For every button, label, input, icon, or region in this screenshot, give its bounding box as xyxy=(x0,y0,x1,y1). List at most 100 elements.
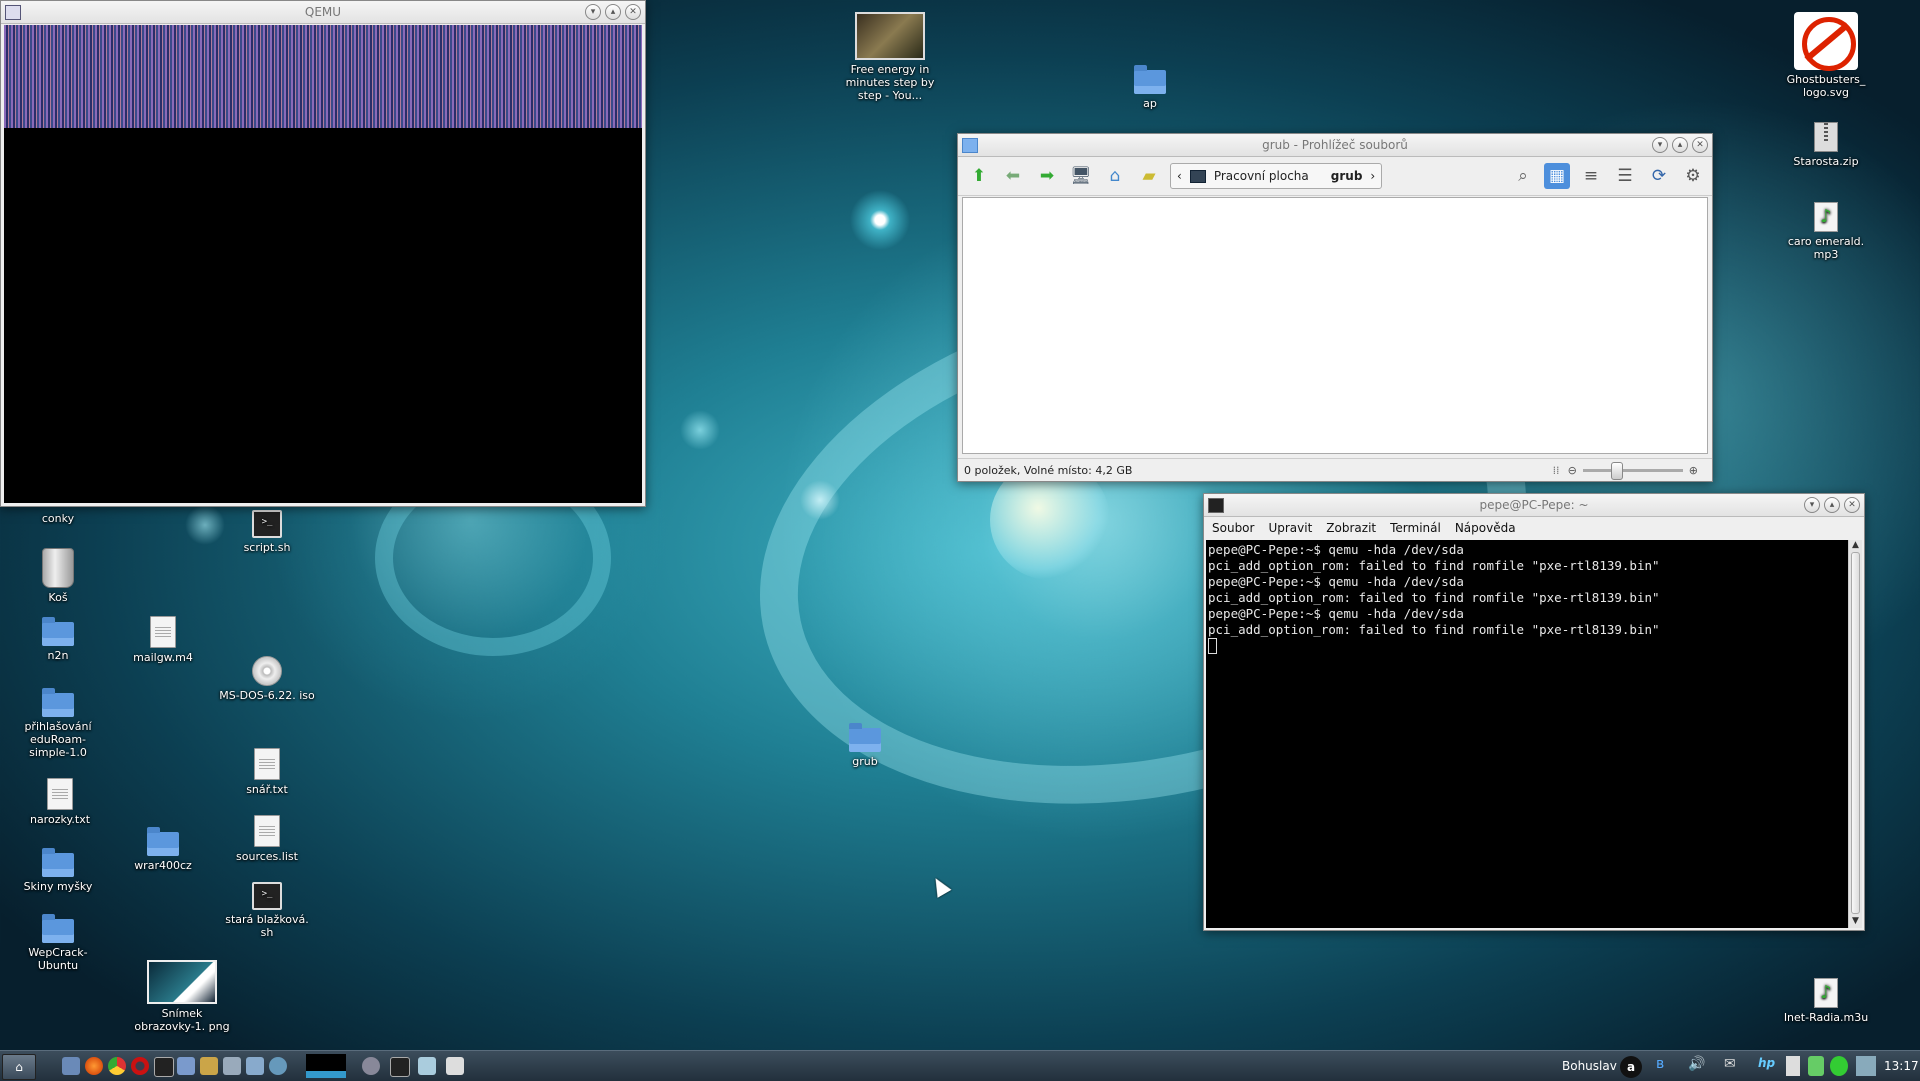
desktop-icon-starosta[interactable]: Starosta.zip xyxy=(1778,122,1874,168)
file-manager-task-icon[interactable] xyxy=(446,1057,464,1075)
text-file-icon xyxy=(254,748,280,780)
desktop-icon-eduroam[interactable]: přihlašování eduRoam-simple-1.0 xyxy=(10,688,106,759)
hp-icon[interactable]: hp xyxy=(1758,1056,1776,1076)
maximize-button[interactable]: ▴ xyxy=(1672,137,1688,153)
network-tools-icon[interactable] xyxy=(246,1057,264,1075)
desktop-icon-video[interactable]: Free energy in minutes step by step - Yo… xyxy=(842,12,938,102)
desktop-icon-skiny-mysky[interactable]: Skiny myšky xyxy=(10,848,106,893)
desktop-icon-narozky[interactable]: narozky.txt xyxy=(12,778,108,826)
icon-view-icon[interactable]: ▦ xyxy=(1544,163,1570,189)
start-menu-button[interactable]: ⌂ xyxy=(2,1054,36,1080)
clipboard-icon[interactable] xyxy=(1786,1056,1800,1076)
file-manager-titlebar[interactable]: grub - Prohlížeč souborů ▾ ▴ ✕ xyxy=(958,134,1712,157)
details-view-icon[interactable]: ☰ xyxy=(1612,163,1638,189)
up-arrow-icon[interactable]: ⬆ xyxy=(966,163,992,189)
home-icon[interactable]: ⌂ xyxy=(1102,163,1128,189)
close-button[interactable]: ✕ xyxy=(1692,137,1708,153)
qemu-titlebar[interactable]: QEMU ▾ ▴ ✕ xyxy=(1,1,645,24)
volume-icon[interactable]: 🔊 xyxy=(1688,1056,1705,1076)
file-manager-launcher-icon[interactable] xyxy=(200,1057,218,1075)
menu-soubor[interactable]: Soubor xyxy=(1212,521,1254,535)
terminal-scrollbar[interactable]: ▲ ▼ xyxy=(1848,540,1862,928)
back-arrow-icon[interactable]: ⬅ xyxy=(1000,163,1026,189)
zoom-slider[interactable] xyxy=(1582,461,1683,480)
computer-icon[interactable]: 🖥 xyxy=(1068,163,1094,189)
user-avatar-icon[interactable]: a xyxy=(1620,1056,1642,1078)
clock[interactable]: 13:17 xyxy=(1884,1056,1919,1076)
desktop-icon-mailgw[interactable]: mailgw.m4 xyxy=(115,616,211,664)
scroll-down-icon[interactable]: ▼ xyxy=(1849,916,1862,926)
settings-icon[interactable]: ⚙ xyxy=(1680,163,1706,189)
disc-image-icon xyxy=(252,656,282,686)
desktop-icon-ghostbusters[interactable]: Ghostbusters_ logo.svg xyxy=(1778,12,1874,99)
file-list-area[interactable] xyxy=(962,197,1708,454)
folder-icon xyxy=(42,914,74,943)
chrome-icon[interactable] xyxy=(108,1057,126,1075)
desktop-icon-ap[interactable]: ap xyxy=(1102,65,1198,110)
maximize-button[interactable]: ▴ xyxy=(605,4,621,20)
menu-terminal[interactable]: Terminál xyxy=(1390,521,1441,535)
desktop-icon-msdos-iso[interactable]: MS-DOS-6.22. iso xyxy=(219,656,315,702)
terminal-task-icon[interactable] xyxy=(390,1057,410,1077)
update-check-icon[interactable] xyxy=(1830,1056,1848,1076)
desktop-icon-caro-emerald[interactable]: ♪ caro emerald. mp3 xyxy=(1778,202,1874,261)
file-manager-window[interactable]: grub - Prohlížeč souborů ▾ ▴ ✕ ⬆ ⬅ ➡ 🖥 ⌂… xyxy=(957,133,1713,482)
desktop-icon-wepcrack[interactable]: WepCrack-Ubuntu xyxy=(10,914,106,972)
desktop-icon-trash[interactable]: Koš xyxy=(10,548,106,604)
text-file-icon xyxy=(47,778,73,810)
chevron-left-icon[interactable]: ‹ xyxy=(1177,169,1182,183)
new-folder-icon[interactable]: ▰ xyxy=(1136,163,1162,189)
qemu-window[interactable]: QEMU ▾ ▴ ✕ xyxy=(0,0,646,507)
zoom-slider-handle[interactable] xyxy=(1610,461,1623,480)
terminal-launcher-icon[interactable] xyxy=(154,1057,174,1077)
show-desktop-icon[interactable] xyxy=(62,1057,80,1075)
breadcrumb-grub[interactable]: grub xyxy=(1331,169,1363,183)
tray-user-name[interactable]: Bohuslav xyxy=(1562,1056,1617,1076)
desktop-icon-conky[interactable]: conky xyxy=(10,512,106,525)
system-monitor-icon[interactable] xyxy=(177,1057,195,1075)
printer-icon[interactable] xyxy=(223,1057,241,1075)
network-icon[interactable] xyxy=(1856,1056,1876,1076)
battery-icon[interactable] xyxy=(1808,1056,1824,1076)
desktop-icon-script-sh[interactable]: >_ script.sh xyxy=(219,510,315,554)
terminal-window[interactable]: pepe@PC-Pepe: ~ ▾ ▴ ✕ Soubor Upravit Zob… xyxy=(1203,493,1865,931)
desktop-icon-snimek[interactable]: Snímek obrazovky-1. png xyxy=(134,960,230,1033)
close-button[interactable]: ✕ xyxy=(625,4,641,20)
chevron-right-icon[interactable]: › xyxy=(1370,169,1375,183)
refresh-icon[interactable]: ⟳ xyxy=(1646,163,1672,189)
remote-desktop-icon[interactable] xyxy=(269,1057,287,1075)
file-manager-toolbar: ⬆ ⬅ ➡ 🖥 ⌂ ▰ ‹ Pracovní plocha grub › ⌕ ▦… xyxy=(958,157,1712,196)
scrollbar-thumb[interactable] xyxy=(1851,552,1860,914)
desktop-icon-snar[interactable]: snář.txt xyxy=(219,748,315,796)
firefox-icon[interactable] xyxy=(85,1057,103,1075)
close-button[interactable]: ✕ xyxy=(1844,497,1860,513)
bluetooth-icon[interactable]: ʙ xyxy=(1656,1056,1672,1076)
menu-upravit[interactable]: Upravit xyxy=(1268,521,1312,535)
qemu-task-icon[interactable] xyxy=(362,1057,380,1075)
minimize-button[interactable]: ▾ xyxy=(585,4,601,20)
desktop-icon-inet-radia[interactable]: ♪ Inet-Radia.m3u xyxy=(1778,978,1874,1024)
desktop-icon-n2n[interactable]: n2n xyxy=(10,617,106,662)
menu-napoveda[interactable]: Nápověda xyxy=(1455,521,1516,535)
desktop-icon-sources-list[interactable]: sources.list xyxy=(219,815,315,863)
forward-arrow-icon[interactable]: ➡ xyxy=(1034,163,1060,189)
opera-icon[interactable] xyxy=(131,1057,149,1075)
mail-icon[interactable]: ✉ xyxy=(1724,1056,1742,1076)
search-icon[interactable]: ⌕ xyxy=(1510,163,1536,189)
qemu-screen[interactable] xyxy=(4,25,642,503)
menu-zobrazit[interactable]: Zobrazit xyxy=(1326,521,1376,535)
desktop-icon-grub[interactable]: grub xyxy=(817,723,913,768)
breadcrumb-desktop[interactable]: Pracovní plocha xyxy=(1214,169,1309,183)
desktop-icon-stara-blazkova[interactable]: >_ stará blažková. sh xyxy=(219,882,315,939)
minimize-button[interactable]: ▾ xyxy=(1804,497,1820,513)
terminal-titlebar[interactable]: pepe@PC-Pepe: ~ ▾ ▴ ✕ xyxy=(1204,494,1864,517)
zoom-in-icon[interactable]: ⊕ xyxy=(1689,464,1698,477)
maximize-button[interactable]: ▴ xyxy=(1824,497,1840,513)
zoom-out-icon[interactable]: ⊖ xyxy=(1568,464,1577,477)
list-view-icon[interactable]: ≡ xyxy=(1578,163,1604,189)
editor-task-icon[interactable] xyxy=(418,1057,436,1075)
minimize-button[interactable]: ▾ xyxy=(1652,137,1668,153)
terminal-output[interactable]: pepe@PC-Pepe:~$ qemu -hda /dev/sda pci_ad… xyxy=(1206,540,1848,928)
desktop-icon-wrar[interactable]: wrar400cz xyxy=(115,827,211,872)
scroll-up-icon[interactable]: ▲ xyxy=(1849,540,1862,550)
